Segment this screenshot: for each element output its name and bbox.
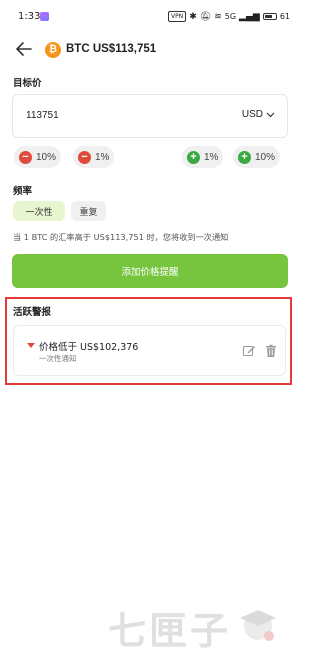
plus-icon: +	[187, 150, 200, 164]
price-down-icon	[27, 343, 35, 348]
decrease-10-percent-button[interactable]: − 10%	[14, 146, 62, 168]
minus-icon: −	[78, 150, 91, 164]
status-time: 1:33	[18, 11, 41, 22]
target-price-label: 目标价	[13, 78, 42, 89]
status-icons: VPN ✱ 🔕︎ ≋ 5G ▂▄▆ 61	[168, 11, 290, 22]
currency-select[interactable]: USD	[242, 109, 275, 120]
minus-icon: −	[19, 150, 32, 164]
page-title: BTC US$113,751	[66, 43, 157, 55]
alert-subtitle: 一次性通知	[39, 354, 77, 363]
network-type: 5G	[224, 12, 237, 21]
mute-icon: 🔕︎	[199, 11, 212, 22]
active-alerts-label: 活跃警报	[13, 307, 52, 318]
percent-label: 10%	[255, 151, 276, 163]
trash-icon[interactable]	[264, 343, 278, 357]
battery-percent: 61	[279, 12, 290, 21]
percent-label: 1%	[204, 151, 219, 163]
vpn-icon: VPN	[168, 11, 187, 22]
frequency-once-button[interactable]: 一次性	[13, 201, 65, 221]
increase-1-percent-button[interactable]: + 1%	[182, 146, 224, 168]
decrease-1-percent-button[interactable]: − 1%	[73, 146, 115, 168]
currency-label: USD	[241, 109, 263, 120]
watermark-text: 七匣子	[108, 609, 232, 653]
increase-10-percent-button[interactable]: + 10%	[233, 146, 281, 168]
back-arrow-icon[interactable]	[14, 39, 34, 59]
app-notification-icon	[40, 12, 49, 21]
wifi-icon: ≋	[214, 11, 222, 22]
plus-icon: +	[238, 150, 251, 164]
percent-label: 1%	[95, 151, 110, 163]
bitcoin-icon: ₿	[45, 42, 61, 58]
battery-icon	[262, 13, 277, 20]
edit-icon[interactable]	[242, 343, 256, 357]
status-bar: 1:33 VPN ✱ 🔕︎ ≋ 5G ▂▄▆ 61	[0, 0, 300, 34]
add-price-alert-button[interactable]: 添加价格提醒	[12, 254, 288, 288]
chevron-down-icon	[266, 112, 275, 117]
alert-item[interactable]: 价格低于 US$102,376 一次性通知	[13, 325, 286, 376]
graduation-cap-icon	[240, 610, 276, 641]
alert-info-text: 当 1 BTC 的汇率高于 US$113,751 时，您将收到一次通知	[13, 232, 229, 242]
percent-label: 10%	[36, 151, 57, 163]
watermark-logo: 七匣子	[108, 596, 293, 653]
target-price-input[interactable]	[26, 110, 186, 121]
target-price-field: USD	[12, 94, 288, 138]
alert-title: 价格低于 US$102,376	[39, 342, 139, 353]
frequency-label: 频率	[13, 186, 33, 197]
frequency-repeat-button[interactable]: 重复	[71, 201, 106, 221]
header: ₿ BTC US$113,751	[0, 34, 300, 64]
signal-icon: ▂▄▆	[239, 11, 260, 22]
bluetooth-icon: ✱	[189, 11, 197, 22]
